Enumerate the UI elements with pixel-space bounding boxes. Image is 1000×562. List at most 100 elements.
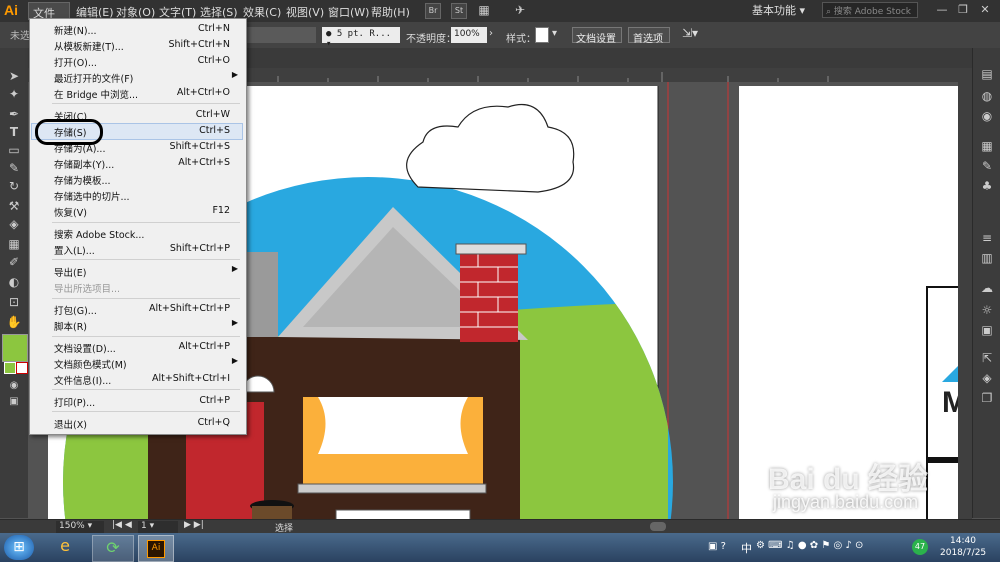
mesh-tool-icon[interactable]: ▦ xyxy=(6,236,22,252)
clock-date[interactable]: 2018/7/25 xyxy=(940,548,986,558)
menu-item-label: 打包(G)... xyxy=(54,306,97,317)
ime-indicator[interactable]: 中 xyxy=(741,540,752,556)
artboard-number-select[interactable]: 1 ▾ xyxy=(138,521,178,533)
security-badge[interactable]: 47 xyxy=(912,539,928,555)
menu-effect[interactable]: 效果(C) xyxy=(243,4,281,20)
menu-item-open[interactable]: 打开(O)... Ctrl+O xyxy=(30,53,244,69)
arrange-documents-icon[interactable]: ▦ xyxy=(476,3,492,19)
blend-tool-icon[interactable]: ◐ xyxy=(6,274,22,290)
menu-item-place[interactable]: 置入(L)... Shift+Ctrl+P xyxy=(30,241,244,257)
menu-item-document-setup[interactable]: 文档设置(D)... Alt+Ctrl+P xyxy=(30,339,244,355)
restore-button[interactable]: ❐ xyxy=(955,3,971,17)
type-tool-icon[interactable]: T xyxy=(6,124,22,140)
preferences-button[interactable]: 首选项 xyxy=(628,27,670,45)
screen-mode-icon[interactable]: ▣ xyxy=(4,394,24,407)
menu-item-shortcut: Ctrl+P xyxy=(199,395,230,406)
menu-item-print[interactable]: 打印(P)... Ctrl+P xyxy=(30,393,244,409)
menu-separator xyxy=(52,411,240,412)
minimize-button[interactable]: — xyxy=(934,3,950,17)
symbols-icon[interactable]: ♣ xyxy=(979,178,995,194)
close-window-button[interactable]: ✕ xyxy=(977,3,993,17)
color-guide-icon[interactable]: ◍ xyxy=(979,88,995,104)
start-button[interactable]: ⊞ xyxy=(4,535,34,560)
menu-item-label: 导出(E) xyxy=(54,268,87,279)
paintbrush-tool-icon[interactable]: ✎ xyxy=(6,160,22,176)
opacity-arrow-icon[interactable]: › xyxy=(489,28,493,44)
export-icon[interactable]: ⇱ xyxy=(979,350,995,366)
workspace-switcher[interactable]: 基本功能 ▾ xyxy=(752,2,812,18)
layers-icon[interactable]: ◈ xyxy=(979,370,995,386)
horizontal-scroll-thumb[interactable] xyxy=(650,522,666,531)
stock-search-input[interactable]: ⌕ 搜索 Adobe Stock xyxy=(822,2,918,18)
360-browser-icon[interactable]: ⟳ xyxy=(92,535,134,562)
gpu-performance-icon[interactable]: ✈ xyxy=(512,3,528,19)
menu-item-exit[interactable]: 退出(X) Ctrl+Q xyxy=(30,415,244,431)
rotate-tool-icon[interactable]: ↻ xyxy=(6,178,22,194)
libraries-icon[interactable]: ☁ xyxy=(979,280,995,296)
align-options-icon[interactable]: ⇲▾ xyxy=(682,26,698,42)
gradient-icon[interactable]: ▥ xyxy=(979,250,995,266)
menu-item-shortcut: Ctrl+Q xyxy=(197,417,230,428)
style-swatch[interactable] xyxy=(535,27,549,43)
menu-window[interactable]: 窗口(W) xyxy=(328,4,369,20)
brushes-icon[interactable]: ✎ xyxy=(979,158,995,174)
drawing-mode-icon[interactable]: ◉ xyxy=(4,378,24,391)
menu-item-save-as-template[interactable]: 存储为模板... xyxy=(30,171,244,187)
next-artboard-button[interactable]: ▶ ▶| xyxy=(184,520,204,530)
clock-time[interactable]: 14:40 xyxy=(950,536,976,546)
menu-view[interactable]: 视图(V) xyxy=(286,4,324,20)
ime-tray-icons[interactable]: ⚙ ⌨ ♫ ● ✿ ⚑ ◎ ♪ ⊙ xyxy=(756,540,863,551)
rectangle-tool-icon[interactable]: ▭ xyxy=(6,142,22,158)
menu-item-document-color-mode[interactable]: 文档颜色模式(M) ▶ xyxy=(30,355,244,371)
width-tool-icon[interactable]: ⚒ xyxy=(6,198,22,214)
brush-definition-select[interactable]: ● 5 pt. R... ▾ xyxy=(322,27,400,49)
selection-tool-icon[interactable]: ➤ xyxy=(6,68,22,84)
bridge-icon[interactable]: Br xyxy=(425,3,441,19)
appearance-icon[interactable]: ☼ xyxy=(979,302,995,318)
vertical-scrollbar[interactable] xyxy=(958,82,972,519)
style-dropdown-icon[interactable]: ▾ xyxy=(552,28,557,44)
illustrator-taskbar-button[interactable]: Ai xyxy=(138,535,174,562)
menu-item-browse-bridge[interactable]: 在 Bridge 中浏览... Alt+Ctrl+O xyxy=(30,85,244,101)
menu-item-package[interactable]: 打包(G)... Alt+Shift+Ctrl+P xyxy=(30,301,244,317)
menu-item-scripts[interactable]: 脚本(R) ▶ xyxy=(30,317,244,333)
menu-item-open-recent[interactable]: 最近打开的文件(F) ▶ xyxy=(30,69,244,85)
fill-color-field[interactable] xyxy=(246,27,316,43)
ie-icon[interactable]: e xyxy=(50,536,80,559)
swatches-icon[interactable]: ▦ xyxy=(979,138,995,154)
artboards-icon[interactable]: ❐ xyxy=(979,390,995,406)
fill-mini-swatch[interactable] xyxy=(4,362,16,374)
menu-item-shortcut: Ctrl+N xyxy=(198,23,230,34)
hand-tool-icon[interactable]: ✋ xyxy=(6,314,22,330)
menu-help[interactable]: 帮助(H) xyxy=(371,4,410,20)
stock-icon[interactable]: St xyxy=(451,3,467,19)
transparency-icon[interactable]: ◉ xyxy=(979,108,995,124)
menu-item-new[interactable]: 新建(N)... Ctrl+N xyxy=(30,21,244,37)
opacity-input[interactable]: 100% xyxy=(451,27,487,43)
menu-item-export[interactable]: 导出(E) ▶ xyxy=(30,263,244,279)
document-setup-button[interactable]: 文档设置 xyxy=(572,27,622,45)
shape-builder-tool-icon[interactable]: ◈ xyxy=(6,216,22,232)
menu-item-label: 脚本(R) xyxy=(54,322,88,333)
menu-item-save-selected-slices[interactable]: 存储选中的切片... xyxy=(30,187,244,203)
artboard-tool-icon[interactable]: ⊡ xyxy=(6,294,22,310)
stroke-icon[interactable]: ≡ xyxy=(979,230,995,246)
graphic-styles-icon[interactable]: ▣ xyxy=(979,322,995,338)
menu-item-file-info[interactable]: 文件信息(I)... Alt+Shift+Ctrl+I xyxy=(30,371,244,387)
tray-icons[interactable]: ▣ ? xyxy=(708,541,726,552)
magic-wand-tool-icon[interactable]: ✦ xyxy=(6,86,22,102)
color-panel-icon[interactable]: ▤ xyxy=(979,66,995,82)
fill-swatch[interactable] xyxy=(2,334,28,362)
menu-item-save-copy[interactable]: 存储副本(Y)... Alt+Ctrl+S xyxy=(30,155,244,171)
menu-item-revert[interactable]: 恢复(V) F12 xyxy=(30,203,244,219)
zoom-select[interactable]: 150% ▾ xyxy=(56,521,104,533)
menu-item-search-stock[interactable]: 搜索 Adobe Stock... xyxy=(30,225,244,241)
pen-tool-icon[interactable]: ✒ xyxy=(6,106,22,122)
eyedropper-tool-icon[interactable]: ✐ xyxy=(6,254,22,270)
none-swatch[interactable] xyxy=(16,362,28,374)
menu-item-label: 恢复(V) xyxy=(54,208,87,219)
menu-separator xyxy=(52,103,240,104)
first-artboard-button[interactable]: |◀ ◀ xyxy=(112,520,132,530)
menu-item-new-from-template[interactable]: 从模板新建(T)... Shift+Ctrl+N xyxy=(30,37,244,53)
menu-item-label: 在 Bridge 中浏览... xyxy=(54,90,139,101)
